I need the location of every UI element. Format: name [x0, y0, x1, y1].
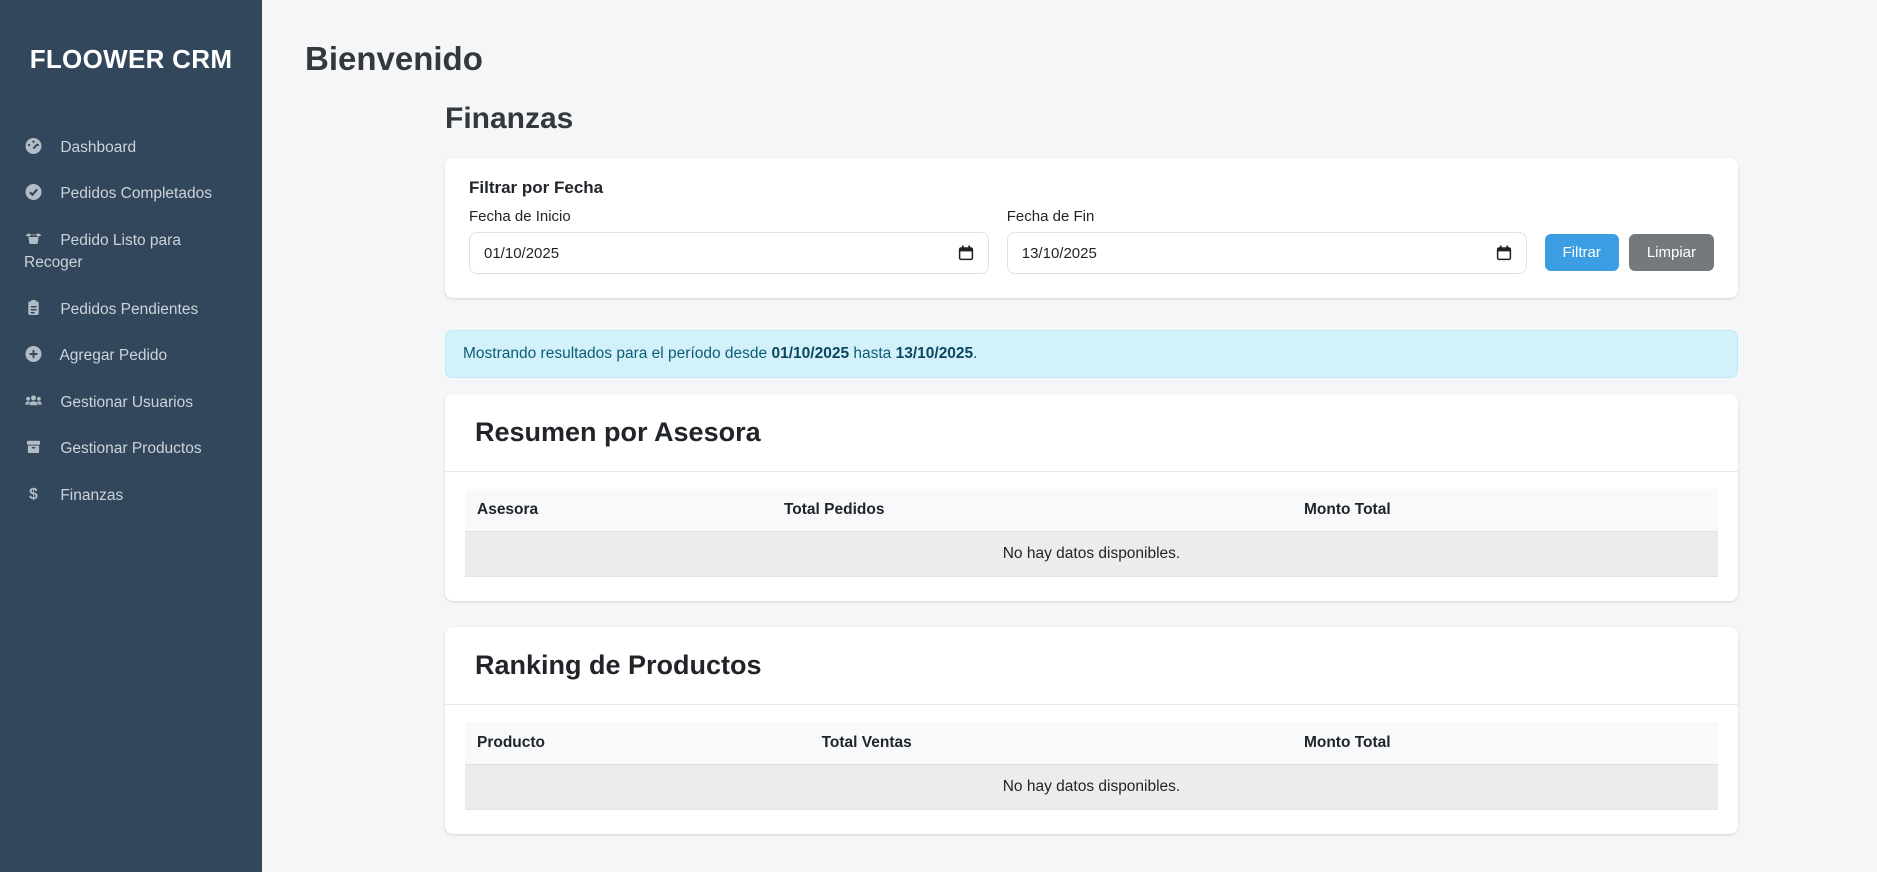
sidebar-item-gestionar-productos[interactable]: Gestionar Productos [0, 426, 262, 472]
resumen-asesora-card: Resumen por Asesora Asesora Total Pedido… [445, 394, 1738, 601]
filtrar-button[interactable]: Filtrar [1545, 234, 1619, 271]
table-row: No hay datos disponibles. [465, 765, 1718, 810]
column-header-total-ventas: Total Ventas [810, 722, 1292, 765]
start-date-value: 01/10/2025 [484, 245, 958, 262]
calendar-icon[interactable] [958, 245, 974, 261]
end-date-field: Fecha de Fin 13/10/2025 [1007, 208, 1527, 274]
date-filter-card: Filtrar por Fecha Fecha de Inicio 01/10/… [445, 158, 1738, 298]
end-date-input[interactable]: 13/10/2025 [1007, 232, 1527, 274]
sidebar-item-label: Pedidos Pendientes [60, 301, 198, 318]
sidebar-item-label: Pedidos Completados [60, 185, 212, 202]
alert-text: hasta [849, 345, 896, 362]
dollar-icon: $ [24, 485, 43, 503]
empty-state-message: No hay datos disponibles. [465, 532, 1718, 577]
app-window: FLOOWER CRM Dashboard [0, 0, 1877, 872]
sidebar-nav: Dashboard Pedidos Completados [0, 125, 262, 519]
resumen-asesora-table: Asesora Total Pedidos Monto Total No hay… [465, 489, 1718, 577]
sidebar-item-dashboard[interactable]: Dashboard [0, 125, 262, 171]
users-icon [24, 392, 43, 410]
alert-end-date: 13/10/2025 [896, 345, 974, 362]
ranking-productos-table: Producto Total Ventas Monto Total No hay… [465, 722, 1718, 810]
page-title: Bienvenido [305, 40, 1877, 78]
column-header-producto: Producto [465, 722, 810, 765]
sidebar-item-agregar-pedido[interactable]: Agregar Pedido [0, 333, 262, 379]
sidebar-item-gestionar-usuarios[interactable]: Gestionar Usuarios [0, 380, 262, 426]
resumen-asesora-title: Resumen por Asesora [475, 417, 1708, 448]
filter-buttons: Filtrar Limpiar [1545, 234, 1715, 274]
calendar-icon[interactable] [1496, 245, 1512, 261]
app-logo-title: FLOOWER CRM [0, 44, 262, 75]
table-header-row: Producto Total Ventas Monto Total [465, 722, 1718, 765]
column-header-asesora: Asesora [465, 489, 772, 532]
limpiar-button[interactable]: Limpiar [1629, 234, 1714, 271]
card-header: Resumen por Asesora [445, 394, 1738, 472]
end-date-label: Fecha de Fin [1007, 208, 1527, 225]
table-header-row: Asesora Total Pedidos Monto Total [465, 489, 1718, 532]
sidebar: FLOOWER CRM Dashboard [0, 0, 262, 872]
column-header-monto-total: Monto Total [1292, 489, 1718, 532]
sidebar-item-pedido-listo-recoger[interactable]: Pedido Listo para Recoger [0, 218, 262, 287]
start-date-input[interactable]: 01/10/2025 [469, 232, 989, 274]
ranking-productos-card: Ranking de Productos Producto Total Vent… [445, 627, 1738, 834]
filter-card-title: Filtrar por Fecha [469, 178, 1714, 198]
box-icon [24, 438, 43, 456]
finanzas-section: Finanzas Filtrar por Fecha Fecha de Inic… [445, 102, 1738, 834]
start-date-field: Fecha de Inicio 01/10/2025 [469, 208, 989, 274]
box-open-icon [24, 230, 43, 248]
sidebar-item-pedidos-pendientes[interactable]: Pedidos Pendientes [0, 287, 262, 333]
sidebar-item-label: Pedido Listo para Recoger [24, 232, 181, 271]
plus-circle-icon [24, 345, 43, 363]
sidebar-item-label: Gestionar Productos [60, 440, 201, 457]
start-date-label: Fecha de Inicio [469, 208, 989, 225]
column-header-monto-total: Monto Total [1292, 722, 1718, 765]
ranking-productos-title: Ranking de Productos [475, 650, 1708, 681]
alert-start-date: 01/10/2025 [771, 345, 849, 362]
gauge-icon [24, 137, 43, 155]
sidebar-item-label: Finanzas [60, 487, 123, 504]
sidebar-item-label: Gestionar Usuarios [60, 394, 193, 411]
sidebar-item-label: Dashboard [60, 139, 136, 156]
sidebar-item-label: Agregar Pedido [59, 347, 167, 364]
clipboard-list-icon [24, 299, 43, 317]
alert-text: . [973, 345, 977, 362]
end-date-value: 13/10/2025 [1022, 245, 1496, 262]
table-row: No hay datos disponibles. [465, 532, 1718, 577]
main-content: Bienvenido Finanzas Filtrar por Fecha Fe… [262, 0, 1877, 872]
empty-state-message: No hay datos disponibles. [465, 765, 1718, 810]
section-title: Finanzas [445, 102, 1738, 136]
alert-text: Mostrando resultados para el período des… [463, 345, 771, 362]
results-info-alert: Mostrando resultados para el período des… [445, 330, 1738, 378]
column-header-total-pedidos: Total Pedidos [772, 489, 1292, 532]
card-header: Ranking de Productos [445, 627, 1738, 705]
svg-text:$: $ [29, 486, 38, 503]
check-circle-icon [24, 183, 43, 201]
sidebar-item-pedidos-completados[interactable]: Pedidos Completados [0, 171, 262, 217]
sidebar-item-finanzas[interactable]: $ Finanzas [0, 473, 262, 519]
